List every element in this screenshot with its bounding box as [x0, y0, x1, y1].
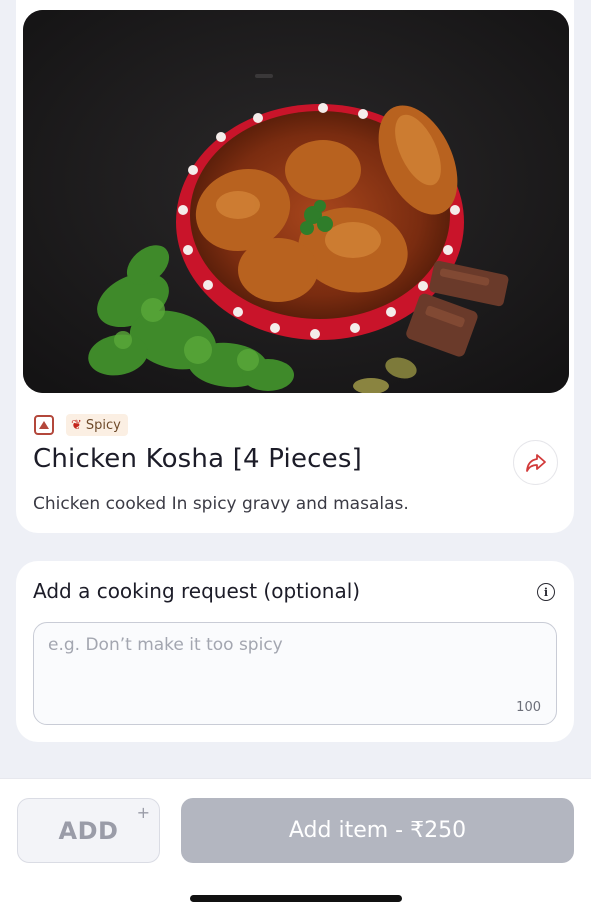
- share-arrow-icon: [525, 453, 546, 472]
- food-image: [23, 10, 569, 393]
- char-limit-counter: 100: [516, 700, 541, 715]
- item-tags: ❦ Spicy: [34, 414, 128, 436]
- item-detail-sheet: ❦ Spicy Chicken Kosha [4 Pieces] Chicken…: [0, 0, 591, 913]
- item-title: Chicken Kosha [4 Pieces]: [33, 444, 362, 474]
- info-icon[interactable]: i: [537, 583, 555, 601]
- plus-icon: +: [136, 803, 150, 822]
- item-card: ❦ Spicy Chicken Kosha [4 Pieces] Chicken…: [16, 0, 574, 533]
- cooking-request-card: Add a cooking request (optional) i 100: [16, 561, 574, 742]
- spicy-badge: ❦ Spicy: [66, 414, 128, 436]
- share-button[interactable]: [513, 440, 558, 485]
- cooking-request-title: Add a cooking request (optional): [33, 579, 361, 603]
- add-button[interactable]: ADD +: [17, 798, 160, 863]
- item-description: Chicken cooked In spicy gravy and masala…: [33, 494, 409, 514]
- home-indicator[interactable]: [190, 895, 402, 902]
- non-veg-mark-icon: [34, 415, 54, 435]
- chicken-kosha-photo: [23, 10, 569, 393]
- add-button-label: ADD: [58, 816, 119, 845]
- chili-icon: ❦: [71, 417, 82, 433]
- spicy-label: Spicy: [85, 417, 121, 433]
- bottom-action-bar: ADD + Add item - ₹250: [0, 778, 591, 913]
- add-item-button[interactable]: Add item - ₹250: [181, 798, 574, 863]
- cooking-request-field: 100: [33, 622, 557, 725]
- cooking-request-input[interactable]: [48, 635, 538, 695]
